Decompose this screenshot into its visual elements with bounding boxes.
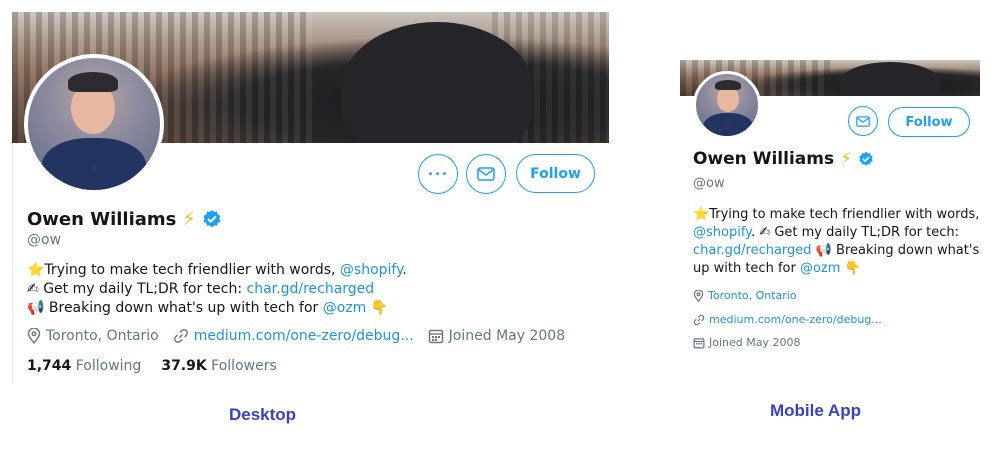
link-icon: [173, 329, 188, 343]
writing-hand-icon: ✍: [759, 225, 771, 240]
link-icon: [693, 314, 705, 325]
mobile-profile: Follow Owen Williams ⚡ @ow ⭐Trying to ma…: [680, 60, 980, 360]
message-button[interactable]: [848, 106, 878, 136]
mobile-caption: Mobile App: [770, 401, 861, 420]
profile-meta: Toronto, Ontario medium.com/one-zero/deb…: [27, 328, 565, 344]
mail-icon: [477, 167, 495, 181]
star-icon: ⭐: [693, 207, 710, 222]
location: Toronto, Ontario: [27, 328, 159, 344]
location: Toronto, Ontario: [693, 289, 797, 302]
website[interactable]: medium.com/one-zero/debug...: [173, 328, 414, 344]
writing-hand-icon: ✍: [27, 281, 39, 297]
point-down-icon: 👇: [844, 261, 861, 276]
location-pin-icon: [27, 328, 41, 344]
location-pin-icon: [693, 289, 704, 302]
bio: ⭐Trying to make tech friendlier with wor…: [27, 262, 407, 316]
verified-badge-icon: [203, 210, 221, 228]
megaphone-icon: 📢: [27, 300, 45, 316]
display-name: Owen Williams: [27, 208, 177, 230]
verified-badge-icon: [859, 151, 873, 166]
star-icon: ⭐: [27, 262, 45, 278]
website[interactable]: medium.com/one-zero/debug...: [693, 313, 882, 326]
desktop-profile: ••• Follow Owen Williams ⚡ @ow ⭐Trying t…: [12, 12, 609, 384]
recharged-link[interactable]: char.gd/recharged: [247, 281, 375, 297]
mail-icon: [856, 115, 870, 127]
follow-stats: 1,744 Following 37.9K Followers: [27, 358, 277, 374]
website-link[interactable]: medium.com/one-zero/debug...: [194, 328, 414, 344]
join-date: Joined May 2008: [428, 328, 565, 344]
ozm-link[interactable]: @ozm: [323, 300, 367, 316]
name-row: Owen Williams ⚡: [693, 149, 874, 169]
handle: @ow: [693, 176, 725, 191]
follow-button[interactable]: Follow: [516, 154, 595, 193]
bolt-icon: ⚡: [840, 149, 853, 169]
following-count[interactable]: 1,744 Following: [27, 358, 141, 374]
followers-count[interactable]: 37.9K Followers: [161, 358, 276, 374]
megaphone-icon: 📢: [815, 243, 832, 258]
desktop-caption: Desktop: [229, 405, 297, 424]
handle: @ow: [27, 232, 62, 248]
calendar-icon: [428, 329, 443, 344]
recharged-link[interactable]: char.gd/recharged: [693, 243, 812, 258]
display-name: Owen Williams: [693, 149, 835, 169]
bio: ⭐Trying to make tech friendlier with wor…: [693, 207, 980, 276]
follow-button[interactable]: Follow: [888, 107, 970, 137]
more-icon: •••: [427, 168, 449, 180]
more-options-button[interactable]: •••: [418, 154, 458, 194]
avatar[interactable]: [24, 54, 164, 194]
point-down-icon: 👇: [370, 300, 389, 316]
calendar-icon: [693, 337, 705, 348]
ozm-link[interactable]: @ozm: [800, 261, 840, 276]
profile-border: [12, 143, 13, 384]
message-button[interactable]: [466, 154, 506, 194]
avatar[interactable]: [693, 71, 761, 139]
website-link[interactable]: medium.com/one-zero/debug...: [709, 313, 882, 326]
bolt-icon: ⚡: [182, 208, 196, 230]
shopify-link[interactable]: @shopify: [693, 225, 751, 240]
name-row: Owen Williams ⚡: [27, 208, 222, 230]
join-date: Joined May 2008: [693, 336, 800, 349]
shopify-link[interactable]: @shopify: [340, 262, 402, 278]
